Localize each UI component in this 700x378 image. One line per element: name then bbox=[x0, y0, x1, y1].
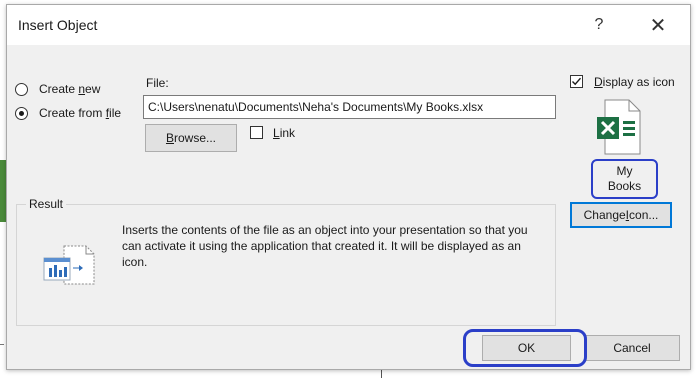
create-from-file-radio[interactable] bbox=[15, 106, 28, 120]
help-icon: ? bbox=[594, 16, 604, 33]
icon-caption-line: Books bbox=[607, 179, 642, 193]
display-as-icon-checkbox[interactable] bbox=[570, 75, 583, 88]
dialog-title: Insert Object bbox=[18, 17, 98, 33]
embedded-object-icon bbox=[43, 245, 95, 285]
icon-caption-line: My bbox=[616, 164, 633, 178]
result-description: Inserts the contents of the file as an o… bbox=[122, 223, 528, 269]
close-button[interactable]: ✕ bbox=[643, 11, 673, 39]
file-label: File: bbox=[146, 76, 169, 90]
create-from-file-option[interactable]: Create from file bbox=[15, 103, 121, 123]
excel-file-icon bbox=[597, 99, 641, 155]
ok-button-annotation bbox=[463, 329, 587, 367]
checkmark-icon bbox=[572, 77, 582, 86]
insert-object-dialog: Insert Object ? ✕ Create new Create from… bbox=[6, 4, 691, 370]
result-group: Result Inserts the contents of the file … bbox=[16, 197, 556, 326]
close-icon: ✕ bbox=[649, 14, 667, 37]
create-new-option[interactable]: Create new bbox=[15, 79, 100, 99]
link-checkbox[interactable] bbox=[250, 126, 263, 139]
create-new-label: Create new bbox=[39, 82, 101, 96]
change-icon-button[interactable]: Change Icon... bbox=[570, 202, 672, 228]
help-button[interactable]: ? bbox=[584, 11, 614, 39]
background-divider bbox=[0, 344, 4, 345]
link-label: Link bbox=[273, 126, 296, 140]
create-from-file-label: Create from file bbox=[39, 106, 122, 120]
title-bar: Insert Object ? ✕ bbox=[7, 5, 690, 45]
cancel-button[interactable]: Cancel bbox=[584, 335, 680, 361]
file-path-input[interactable] bbox=[143, 95, 556, 119]
icon-caption: My Books bbox=[591, 159, 658, 199]
browse-button[interactable]: Browse... bbox=[145, 124, 237, 152]
display-as-icon-label: Display as icon bbox=[594, 75, 675, 89]
result-legend: Result bbox=[26, 197, 67, 211]
create-new-radio[interactable] bbox=[15, 82, 28, 96]
